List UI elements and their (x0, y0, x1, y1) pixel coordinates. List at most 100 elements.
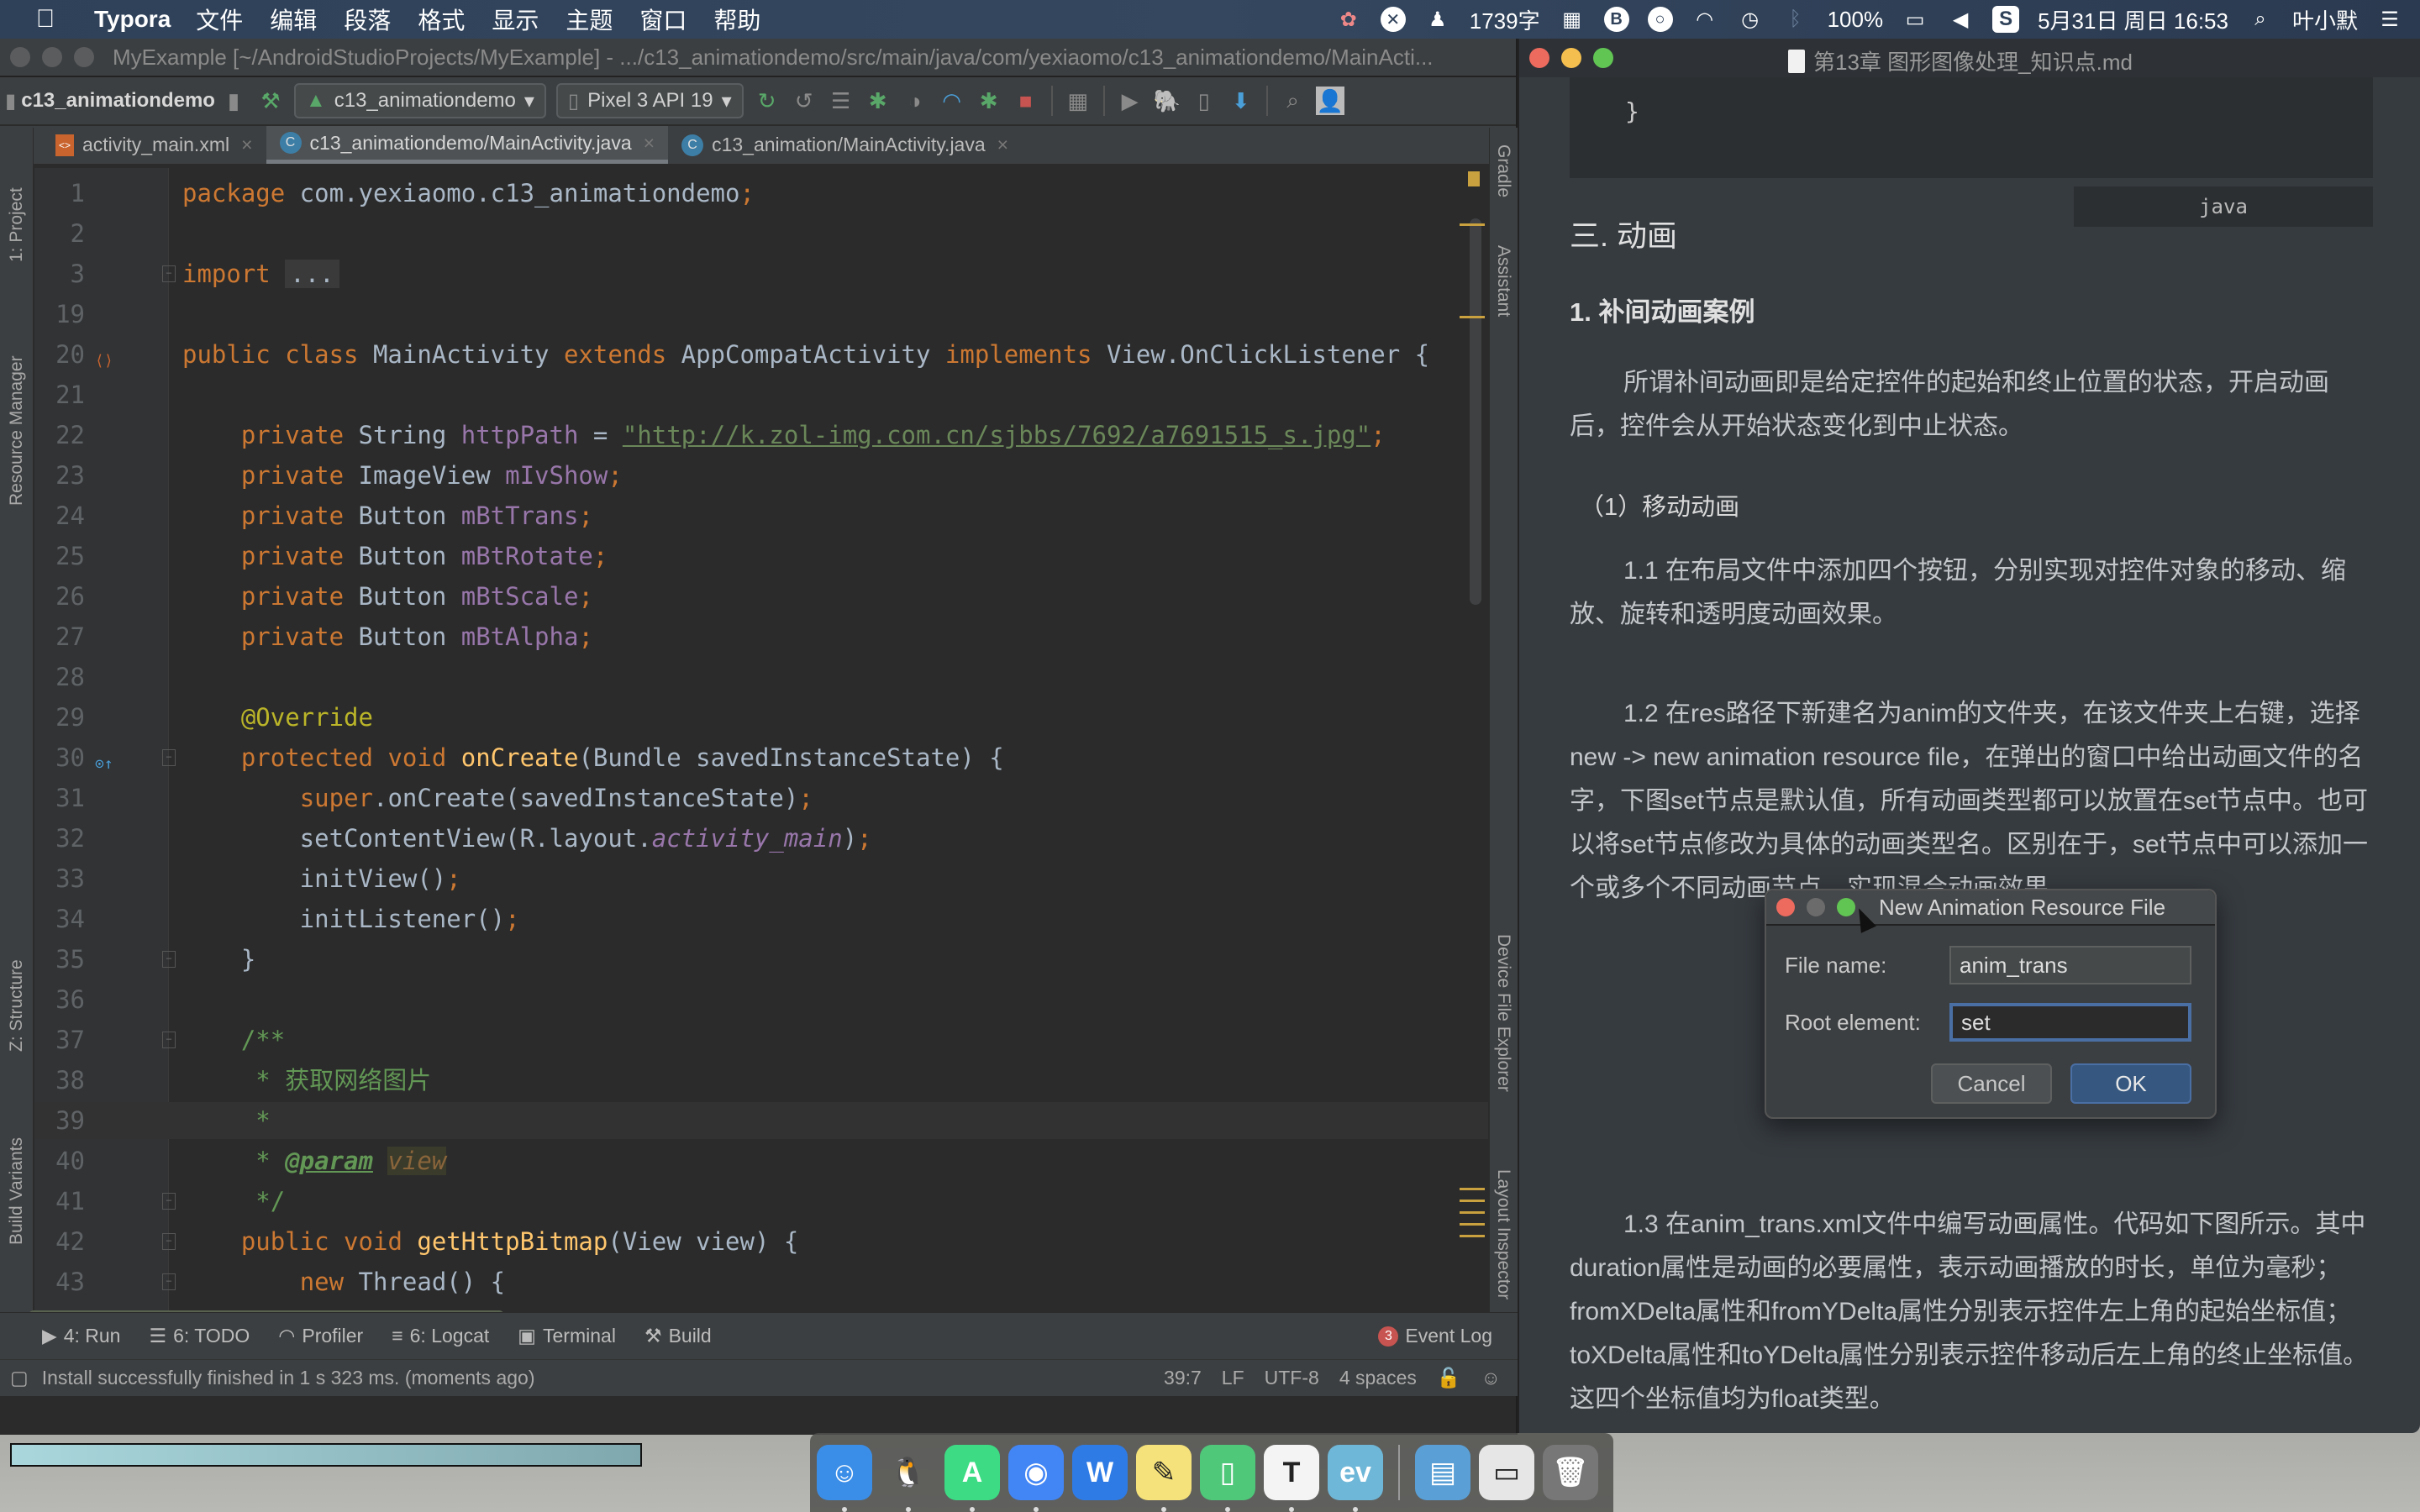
attach-process-icon[interactable]: ✱ (975, 87, 1003, 115)
line-number[interactable]: 34 (34, 900, 85, 937)
dock-android-studio-icon[interactable]: A (944, 1445, 1000, 1512)
tab-mainactivity-demo[interactable]: C c13_animationdemo/MainActivity.java × (266, 126, 669, 164)
code-line[interactable]: 22 private String httpPath = "http://k.z… (34, 417, 1488, 454)
dock-qq-icon[interactable]: 🐧 (881, 1445, 936, 1512)
dock-simulator-icon[interactable]: ▯ (1200, 1445, 1255, 1512)
volume-icon[interactable]: ◀ (1947, 6, 1974, 33)
menu-edit[interactable]: 编辑 (270, 3, 317, 36)
inspector-icon[interactable]: ☺ (1481, 1367, 1501, 1389)
code-line[interactable]: 26 private Button mBtScale; (34, 578, 1488, 615)
code-line[interactable]: 34 initListener(); (34, 900, 1488, 937)
line-number[interactable]: 38 (34, 1062, 85, 1099)
line-separator[interactable]: LF (1222, 1367, 1244, 1389)
clock[interactable]: 5月31日 周日 16:53 (2038, 4, 2228, 35)
fold-toggle-icon[interactable]: − (162, 1273, 176, 1290)
tool-todo[interactable]: ☰ 6: TODO (149, 1325, 250, 1347)
code-line[interactable]: 33 initView(); (34, 860, 1488, 897)
code-line[interactable]: 35 − } (34, 941, 1488, 978)
line-number[interactable]: 35 (34, 941, 85, 978)
code-line[interactable]: 3 − import ... (34, 255, 1488, 292)
debug-icon[interactable]: ✱ (864, 87, 892, 115)
module-breadcrumb[interactable]: ▮ c13_animationdemo (5, 89, 215, 113)
close-tab-icon[interactable]: × (997, 134, 1008, 156)
code-line[interactable]: 19 (34, 296, 1488, 333)
line-number[interactable]: 23 (34, 457, 85, 494)
dock-typora-icon[interactable]: T (1264, 1445, 1319, 1512)
root-element-input[interactable]: set (1949, 1003, 2191, 1042)
gradle-sync-icon[interactable]: 🐘 (1153, 87, 1181, 115)
cancel-button[interactable]: Cancel (1931, 1063, 2052, 1104)
zoom-button[interactable] (74, 47, 94, 67)
menu-theme[interactable]: 主题 (566, 3, 613, 36)
menu-format[interactable]: 格式 (418, 3, 465, 36)
close-button[interactable] (1529, 48, 1549, 68)
editor-scrollbar[interactable] (1470, 218, 1481, 605)
apply-changes-icon[interactable]: ↻ (753, 87, 781, 115)
dock-chrome-icon[interactable]: ◉ (1008, 1445, 1064, 1512)
spotlight-icon[interactable]: ⌕ (2247, 6, 2274, 33)
search-everywhere-icon[interactable]: ⌕ (1279, 87, 1307, 115)
tool-structure[interactable]: Z: Structure (7, 959, 27, 1052)
warning-stripe[interactable] (1460, 316, 1485, 318)
notification-center-icon[interactable]: ☰ (2376, 6, 2403, 33)
code-line[interactable]: 37 − /** (34, 1021, 1488, 1058)
related-layout-icon[interactable]: ⟨⟩ (95, 343, 113, 380)
code-editor[interactable]: 1 package com.yexiaomo.c13_animationdemo;… (34, 168, 1488, 1319)
dock-ev-recorder-icon[interactable]: ev (1328, 1445, 1383, 1512)
line-number[interactable]: 26 (34, 578, 85, 615)
battery-icon[interactable]: ▭ (1902, 6, 1928, 33)
tool-gradle[interactable]: Gradle (1493, 144, 1513, 197)
line-number[interactable]: 27 (34, 618, 85, 655)
account-avatar-icon[interactable]: 👤 (1315, 87, 1344, 115)
line-number[interactable]: 1 (34, 175, 85, 212)
close-tab-icon[interactable]: × (241, 134, 252, 156)
s-app-icon[interactable]: S (1992, 6, 2020, 33)
line-number[interactable]: 30 (34, 739, 85, 776)
code-line[interactable]: 42 − public void getHttpBitmap(View view)… (34, 1223, 1488, 1260)
run-config-dropdown[interactable]: ▲ c13_animationdemo ▾ (293, 83, 546, 118)
code-line[interactable]: 32 setContentView(R.layout.activity_main… (34, 820, 1488, 857)
line-number[interactable]: 43 (34, 1263, 85, 1300)
grid-icon[interactable]: ▦ (1559, 6, 1586, 33)
tool-device-file-explorer[interactable]: Device File Explorer (1493, 934, 1513, 1092)
dock-ev-screen-icon[interactable]: ▭ (1479, 1445, 1534, 1500)
line-number[interactable]: 3 (34, 255, 85, 292)
line-number[interactable]: 41 (34, 1183, 85, 1220)
line-number[interactable]: 36 (34, 981, 85, 1018)
minimize-button[interactable] (42, 47, 62, 67)
tool-build[interactable]: ⚒ Build (644, 1325, 712, 1347)
code-line[interactable]: 29 @Override (34, 699, 1488, 736)
tool-run[interactable]: ▶ 4: Run (42, 1325, 120, 1347)
apply-code-changes-icon[interactable]: ↺ (790, 87, 818, 115)
code-line[interactable]: 39 * (34, 1102, 1488, 1139)
line-number[interactable]: 32 (34, 820, 85, 857)
warning-stripe[interactable] (1460, 1235, 1485, 1237)
fold-toggle-icon[interactable]: − (162, 265, 176, 282)
tool-logcat[interactable]: ≡ 6: Logcat (392, 1325, 489, 1347)
line-number[interactable]: 25 (34, 538, 85, 575)
user-name[interactable]: 叶小默 (2292, 4, 2358, 35)
file-name-input[interactable]: anim_trans (1949, 946, 2191, 984)
code-line[interactable]: 43 − new Thread() { (34, 1263, 1488, 1300)
line-number[interactable]: 24 (34, 497, 85, 534)
minimize-button[interactable] (1807, 898, 1825, 916)
attach-debugger-icon[interactable]: ◑ (901, 87, 929, 115)
tool-build-variants[interactable]: Build Variants (7, 1137, 27, 1245)
line-number[interactable]: 37 (34, 1021, 85, 1058)
menu-file[interactable]: 文件 (196, 3, 243, 36)
close-tab-icon[interactable]: × (644, 132, 655, 155)
word-count[interactable]: 1739字 (1470, 4, 1540, 35)
tool-layout-inspector[interactable]: Layout Inspector (1493, 1169, 1513, 1299)
warning-stripe[interactable] (1460, 1200, 1485, 1202)
tool-project[interactable]: 1: Project (7, 187, 27, 262)
time-machine-icon[interactable]: ◷ (1737, 6, 1764, 33)
dock-downloads-folder-icon[interactable]: ▤ (1415, 1445, 1470, 1500)
line-number[interactable]: 31 (34, 780, 85, 816)
line-number[interactable]: 19 (34, 296, 85, 333)
line-number[interactable]: 28 (34, 659, 85, 696)
close-button[interactable] (1776, 898, 1795, 916)
code-line[interactable]: 2 (34, 215, 1488, 252)
fold-toggle-icon[interactable]: − (162, 1193, 176, 1210)
line-number[interactable]: 2 (34, 215, 85, 252)
code-line[interactable]: 1 package com.yexiaomo.c13_animationdemo; (34, 175, 1488, 212)
